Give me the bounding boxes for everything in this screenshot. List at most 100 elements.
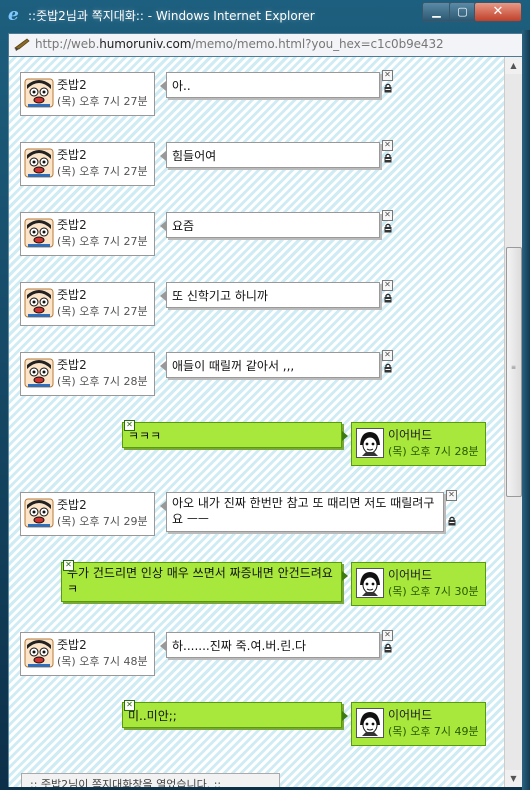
lock-icon[interactable] [382,223,393,233]
message-time: (목) 오후 7시 27분 [57,95,148,108]
page-icon [13,36,31,52]
title-bar: e ::줏밥2님과 쪽지대화:: - Windows Internet Expl… [0,0,530,30]
scroll-thumb[interactable]: ≡ [506,247,522,497]
message-bubble: 또 신학기고 하니까 [166,282,380,308]
avatar [356,708,384,738]
delete-icon[interactable]: ✕ [382,350,393,361]
bubble-pointer-right [342,711,348,721]
message-time: (목) 오후 7시 49분 [388,725,479,738]
lock-icon[interactable] [382,643,393,653]
message-time: (목) 오후 7시 27분 [57,305,148,318]
avatar [356,428,384,458]
sender-profile-card[interactable]: 줏밥2 (목) 오후 7시 27분 [20,282,155,326]
message-text: 애들이 때릴꺼 같아서 ,,, [172,359,295,373]
minimize-button[interactable]: ▁ [422,2,451,22]
delete-icon[interactable]: ✕ [382,140,393,151]
sender-name: 줏밥2 [57,218,87,232]
message-time: (목) 오후 7시 30분 [388,585,479,598]
message-time: (목) 오후 7시 28분 [57,375,148,388]
bubble-pointer-left [160,501,166,511]
message-time: (목) 오후 7시 27분 [57,235,148,248]
sender-name: 줏밥2 [57,148,87,162]
message-time: (목) 오후 7시 28분 [388,445,479,458]
message-text: 요즘 [172,219,195,233]
delete-icon[interactable]: ✕ [382,280,393,291]
avatar [24,637,54,669]
message-bubble: ㅋㅋㅋ [122,422,342,448]
sender-name: 줏밥2 [57,358,87,372]
sender-name: 이어버드 [388,428,433,442]
chat-area: 줏밥2 (목) 오후 7시 27분 아.. ✕ 줏밥2 (목) 오후 7시 27분 힘들어여… [8,57,505,787]
lock-icon[interactable] [382,83,393,93]
lock-icon[interactable] [382,153,393,163]
scroll-down-icon[interactable]: ▼ [505,770,522,787]
sender-profile-card[interactable]: 줏밥2 (목) 오후 7시 27분 [20,142,155,186]
avatar [24,147,54,179]
message-text: 또 신학기고 하니까 [172,289,268,303]
message-text: 하.......진짜 죽.여.버.린.다 [172,639,307,653]
message-bubble: 미..미안;; [122,702,342,728]
sender-name: 줏밥2 [57,288,87,302]
maximize-button[interactable]: ▢ [449,2,476,22]
my-profile-card[interactable]: 이어버드 (목) 오후 7시 30분 [351,562,486,606]
internet-explorer-icon: e [8,5,19,25]
delete-icon[interactable]: ✕ [63,560,74,571]
sender-profile-card[interactable]: 줏밥2 (목) 오후 7시 48분 [20,632,155,676]
vertical-scrollbar[interactable]: ▲ ≡ ▼ [504,57,522,787]
message-bubble: 요즘 [166,212,380,238]
sender-name: 줏밥2 [57,78,87,92]
address-bar[interactable]: http://web.humoruniv.com/memo/memo.html?… [8,33,524,57]
chat-notice: :: 줏밥2님이 쪽지대화창을 열었습니다. :: [21,773,280,787]
sender-name: 이어버드 [388,708,433,722]
message-bubble: 누가 건드리면 인상 매우 쓰면서 짜증내면 안건드려요 ㅋ [61,562,342,602]
my-profile-card[interactable]: 이어버드 (목) 오후 7시 28분 [351,422,486,466]
sender-name: 이어버드 [388,568,433,582]
scroll-up-icon[interactable]: ▲ [505,57,522,74]
notice-text: :: 줏밥2님이 쪽지대화창을 열었습니다. :: [30,778,222,787]
sender-name: 줏밥2 [57,638,87,652]
sender-profile-card[interactable]: 줏밥2 (목) 오후 7시 29분 [20,492,155,536]
lock-icon[interactable] [382,363,393,373]
message-time: (목) 오후 7시 27분 [57,165,148,178]
delete-icon[interactable]: ✕ [382,70,393,81]
delete-icon[interactable]: ✕ [382,630,393,641]
message-text: 아오 내가 진짜 한번만 참고 또 때리면 저도 때릴려구요 ㅡㅡ [172,496,435,526]
bubble-pointer-left [160,221,166,231]
bubble-pointer-left [160,291,166,301]
bubble-pointer-left [160,81,166,91]
sender-name: 줏밥2 [57,498,87,512]
lock-icon[interactable] [446,516,457,526]
my-profile-card[interactable]: 이어버드 (목) 오후 7시 49분 [351,702,486,746]
message-bubble: 하.......진짜 죽.여.버.린.다 [166,632,380,658]
bubble-pointer-right [342,431,348,441]
sender-profile-card[interactable]: 줏밥2 (목) 오후 7시 27분 [20,212,155,256]
message-bubble: 아.. [166,72,380,98]
avatar [24,287,54,319]
message-bubble: 애들이 때릴꺼 같아서 ,,, [166,352,380,378]
message-bubble: 힘들어여 [166,142,380,168]
avatar [24,497,54,529]
bubble-pointer-left [160,361,166,371]
message-text: 아.. [172,79,191,93]
window-title: ::줏밥2님과 쪽지대화:: - Windows Internet Explor… [28,9,315,23]
lock-icon[interactable] [382,293,393,303]
window-frame [522,30,530,790]
message-time: (목) 오후 7시 29분 [57,515,148,528]
delete-icon[interactable]: ✕ [124,700,135,711]
sender-profile-card[interactable]: 줏밥2 (목) 오후 7시 27분 [20,72,155,116]
avatar [24,357,54,389]
sender-profile-card[interactable]: 줏밥2 (목) 오후 7시 28분 [20,352,155,396]
message-text: 미..미안;; [128,709,177,723]
message-text: 힘들어여 [172,149,217,163]
close-button[interactable]: ✕ [474,2,522,22]
message-text: 누가 건드리면 인상 매우 쓰면서 짜증내면 안건드려요 ㅋ [67,566,333,596]
delete-icon[interactable]: ✕ [382,210,393,221]
avatar [24,77,54,109]
url-text[interactable]: http://web.humoruniv.com/memo/memo.html?… [35,37,444,51]
avatar [24,217,54,249]
delete-icon[interactable]: ✕ [446,490,457,501]
delete-icon[interactable]: ✕ [124,420,135,431]
avatar [356,568,384,598]
message-time: (목) 오후 7시 48분 [57,655,148,668]
bubble-pointer-right [342,571,348,581]
